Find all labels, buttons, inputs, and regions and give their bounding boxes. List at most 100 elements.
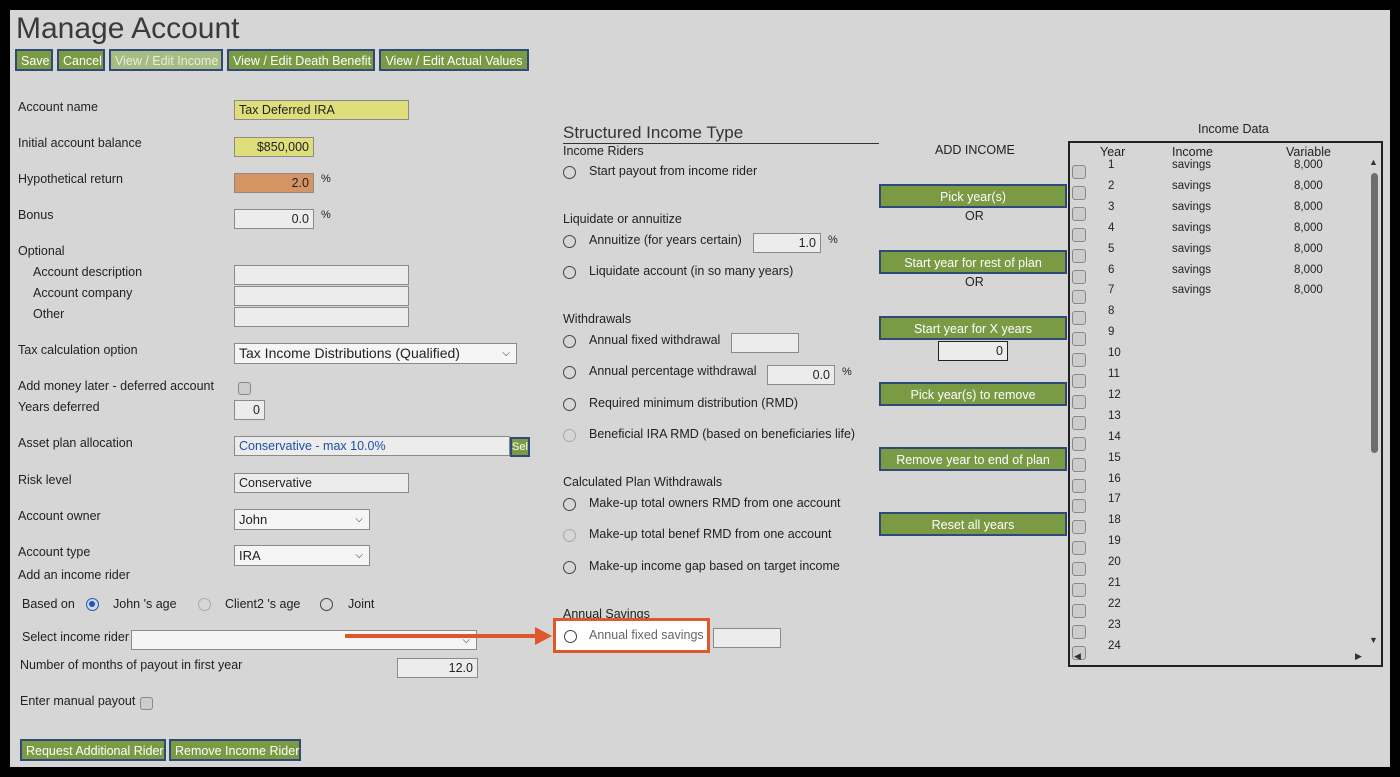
makeup-owners-rmd-radio[interactable] <box>563 498 576 511</box>
table-row[interactable]: 23 <box>1070 619 1365 640</box>
table-row[interactable]: 14 <box>1070 431 1365 452</box>
cancel-button[interactable]: Cancel <box>57 49 105 71</box>
row-checkbox[interactable] <box>1072 206 1086 221</box>
row-checkbox[interactable] <box>1072 269 1086 284</box>
table-row[interactable]: 17 <box>1070 493 1365 514</box>
makeup-benef-rmd-radio[interactable] <box>563 529 576 542</box>
start-year-x-years-button[interactable]: Start year for X years <box>879 316 1067 340</box>
table-row[interactable]: 5 savings 8,000 <box>1070 243 1365 264</box>
table-row[interactable]: 15 <box>1070 452 1365 473</box>
asset-plan-input[interactable]: Conservative - max 10.0% <box>234 436 510 456</box>
risk-level-input[interactable]: Conservative <box>234 473 409 493</box>
table-row[interactable]: 20 <box>1070 556 1365 577</box>
annuitize-input[interactable]: 1.0 <box>753 233 821 253</box>
account-description-input[interactable] <box>234 265 409 285</box>
initial-balance-input[interactable]: $850,000 <box>234 137 314 157</box>
table-row[interactable]: 2 savings 8,000 <box>1070 180 1365 201</box>
table-row[interactable]: 7 savings 8,000 <box>1070 284 1365 305</box>
row-checkbox[interactable] <box>1072 457 1086 472</box>
scroll-up-icon[interactable]: ▲ <box>1369 157 1378 167</box>
table-row[interactable]: 13 <box>1070 410 1365 431</box>
table-row[interactable]: 24 <box>1070 640 1365 661</box>
table-row[interactable]: 21 <box>1070 577 1365 598</box>
row-checkbox[interactable] <box>1072 185 1086 200</box>
row-checkbox[interactable] <box>1072 248 1086 263</box>
row-checkbox[interactable] <box>1072 520 1086 535</box>
table-row[interactable]: 3 savings 8,000 <box>1070 201 1365 222</box>
row-checkbox[interactable] <box>1072 353 1086 368</box>
makeup-income-gap-radio[interactable] <box>563 561 576 574</box>
row-checkbox[interactable] <box>1072 499 1086 514</box>
row-checkbox[interactable] <box>1072 332 1086 347</box>
reset-all-years-button[interactable]: Reset all years <box>879 512 1067 536</box>
table-row[interactable]: 4 savings 8,000 <box>1070 222 1365 243</box>
row-checkbox[interactable] <box>1072 394 1086 409</box>
row-checkbox[interactable] <box>1072 603 1086 618</box>
row-checkbox[interactable] <box>1072 478 1086 493</box>
annuitize-radio[interactable] <box>563 235 576 248</box>
scroll-down-icon[interactable]: ▼ <box>1369 635 1378 645</box>
table-row[interactable]: 19 <box>1070 535 1365 556</box>
remove-rider-button[interactable]: Remove Income Rider <box>169 739 301 761</box>
table-row[interactable]: 12 <box>1070 389 1365 410</box>
row-checkbox[interactable] <box>1072 290 1086 305</box>
asset-plan-select-button[interactable]: Sel <box>510 437 530 457</box>
based-on-client2-radio[interactable] <box>198 598 211 611</box>
months-payout-input[interactable]: 12.0 <box>397 658 478 678</box>
row-checkbox[interactable] <box>1072 374 1086 388</box>
pick-years-remove-button[interactable]: Pick year(s) to remove <box>879 382 1067 406</box>
row-checkbox[interactable] <box>1072 541 1086 556</box>
beneficial-rmd-radio[interactable] <box>563 429 576 442</box>
table-row[interactable]: 10 <box>1070 347 1365 368</box>
table-row[interactable]: 8 <box>1070 305 1365 326</box>
table-row[interactable]: 9 <box>1070 326 1365 347</box>
table-row[interactable]: 6 savings 8,000 <box>1070 264 1365 285</box>
annual-fixed-savings-radio[interactable] <box>564 630 577 643</box>
account-company-input[interactable] <box>234 286 409 306</box>
annual-fixed-withdrawal-radio[interactable] <box>563 335 576 348</box>
liquidate-account-radio[interactable] <box>563 266 576 279</box>
row-checkbox[interactable] <box>1072 562 1086 577</box>
row-checkbox[interactable] <box>1072 311 1086 326</box>
table-row[interactable]: 22 <box>1070 598 1365 619</box>
vertical-scrollbar[interactable]: ▲ ▼ <box>1369 157 1379 647</box>
rmd-radio[interactable] <box>563 398 576 411</box>
scroll-left-icon[interactable]: ◀ <box>1074 651 1081 662</box>
annual-percentage-withdrawal-radio[interactable] <box>563 366 576 379</box>
account-owner-select[interactable]: John ⌵ <box>234 509 370 530</box>
remove-year-end-button[interactable]: Remove year to end of plan <box>879 447 1067 471</box>
other-input[interactable] <box>234 307 409 327</box>
row-checkbox[interactable] <box>1072 165 1086 179</box>
based-on-joint-radio[interactable] <box>320 598 333 611</box>
annual-fixed-savings-input[interactable] <box>713 628 781 648</box>
scroll-right-icon[interactable]: ▶ <box>1355 651 1362 662</box>
account-type-select[interactable]: IRA ⌵ <box>234 545 370 566</box>
view-edit-death-benefit-button[interactable]: View / Edit Death Benefit <box>227 49 375 71</box>
row-checkbox[interactable] <box>1072 624 1086 639</box>
scroll-thumb[interactable] <box>1371 173 1378 453</box>
save-button[interactable]: Save <box>15 49 53 71</box>
add-money-later-checkbox[interactable] <box>238 382 251 395</box>
table-row[interactable]: 1 savings 8,000 <box>1070 159 1365 180</box>
table-row[interactable]: 18 <box>1070 514 1365 535</box>
table-row[interactable]: 11 <box>1070 368 1365 389</box>
annual-fixed-withdrawal-input[interactable] <box>731 333 799 353</box>
row-checkbox[interactable] <box>1072 436 1086 451</box>
manual-payout-checkbox[interactable] <box>140 697 153 710</box>
hypothetical-return-input[interactable]: 2.0 <box>234 173 314 193</box>
view-edit-actual-values-button[interactable]: View / Edit Actual Values <box>379 49 529 71</box>
based-on-john-radio[interactable] <box>86 598 99 611</box>
table-row[interactable]: 16 <box>1070 473 1365 494</box>
row-checkbox[interactable] <box>1072 415 1086 430</box>
annual-percentage-input[interactable]: 0.0 <box>767 365 835 385</box>
bonus-input[interactable]: 0.0 <box>234 209 314 229</box>
years-deferred-input[interactable]: 0 <box>234 400 265 420</box>
start-year-rest-button[interactable]: Start year for rest of plan <box>879 250 1067 274</box>
x-years-input[interactable]: 0 <box>938 341 1008 361</box>
pick-years-button[interactable]: Pick year(s) <box>879 184 1067 208</box>
start-payout-radio[interactable] <box>563 166 576 179</box>
account-name-input[interactable]: Tax Deferred IRA <box>234 100 409 120</box>
view-edit-income-button[interactable]: View / Edit Income <box>109 49 223 71</box>
row-checkbox[interactable] <box>1072 227 1086 242</box>
tax-calc-select[interactable]: Tax Income Distributions (Qualified) ⌵ <box>234 343 517 364</box>
